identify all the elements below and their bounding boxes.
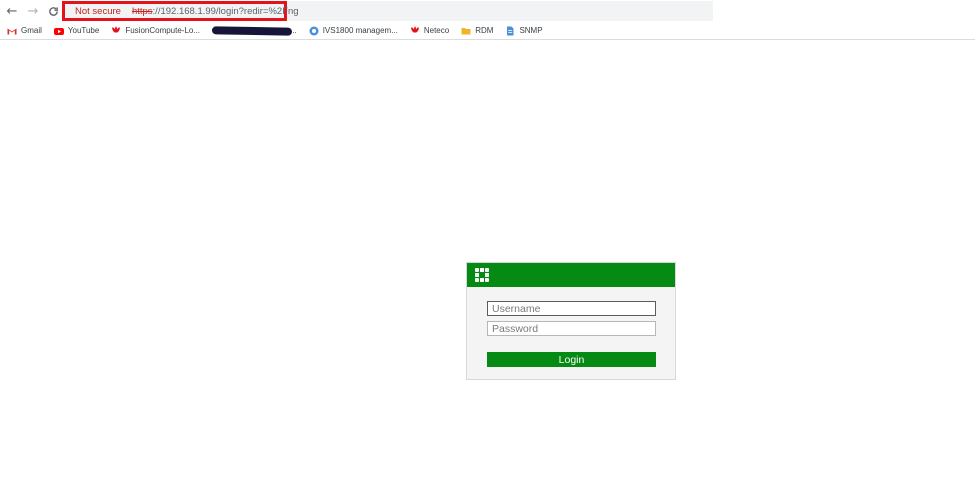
bookmark-fusioncompute[interactable]: FusionCompute-Lo... <box>111 26 200 36</box>
username-input[interactable] <box>487 301 656 316</box>
browser-toolbar: ← → Not secure https://192.168.1.99/logi… <box>0 0 975 22</box>
back-arrow-icon[interactable]: ← <box>4 3 20 19</box>
forward-arrow-icon[interactable]: → <box>25 3 41 19</box>
huawei-icon <box>112 26 121 33</box>
address-highlight[interactable]: Not secure https://192.168.1.99/login?re… <box>62 1 299 21</box>
bookmark-neteco[interactable]: Neteco <box>410 26 449 36</box>
bookmark-label: YouTube <box>67 26 100 35</box>
bookmark-label: Gmail <box>21 26 42 35</box>
login-header <box>467 263 675 287</box>
bookmark-youtube[interactable]: YouTube <box>53 26 100 36</box>
bookmark-label: IVS1800 managem... <box>322 26 398 35</box>
bookmark-rdm[interactable]: RDM <box>461 26 493 36</box>
huawei-icon <box>411 26 419 33</box>
not-secure-label[interactable]: Not secure <box>75 6 121 17</box>
bookmark-label: FusionCompute-Lo... <box>125 26 201 35</box>
bookmarks-bar: Gmail YouTube FusionCompute-Lo... ... IV… <box>0 22 975 40</box>
login-button[interactable]: Login <box>487 352 656 367</box>
youtube-icon <box>53 27 64 35</box>
reload-icon[interactable] <box>45 3 61 19</box>
bookmark-gmail[interactable]: Gmail <box>7 26 42 36</box>
url-path: ://192.168.1.99/login?redir=%2Fng <box>152 5 299 17</box>
bookmark-label: SNMP <box>519 26 543 35</box>
login-panel: Login <box>466 262 676 380</box>
gmail-icon <box>7 28 17 34</box>
globe-icon <box>309 26 319 35</box>
redaction-scribble <box>211 25 293 36</box>
document-icon <box>507 26 514 35</box>
bookmark-label: RDM <box>475 26 494 35</box>
folder-icon <box>461 27 471 34</box>
bookmark-label: Neteco <box>423 26 450 35</box>
bookmark-snmp[interactable]: SNMP <box>505 26 543 36</box>
bookmark-ivs1800[interactable]: IVS1800 managem... <box>309 26 398 36</box>
fortinet-logo-icon <box>475 268 489 282</box>
url-text[interactable]: https://192.168.1.99/login?redir=%2Fng <box>132 6 299 17</box>
url-scheme: https <box>131 5 153 17</box>
password-input[interactable] <box>487 321 656 336</box>
